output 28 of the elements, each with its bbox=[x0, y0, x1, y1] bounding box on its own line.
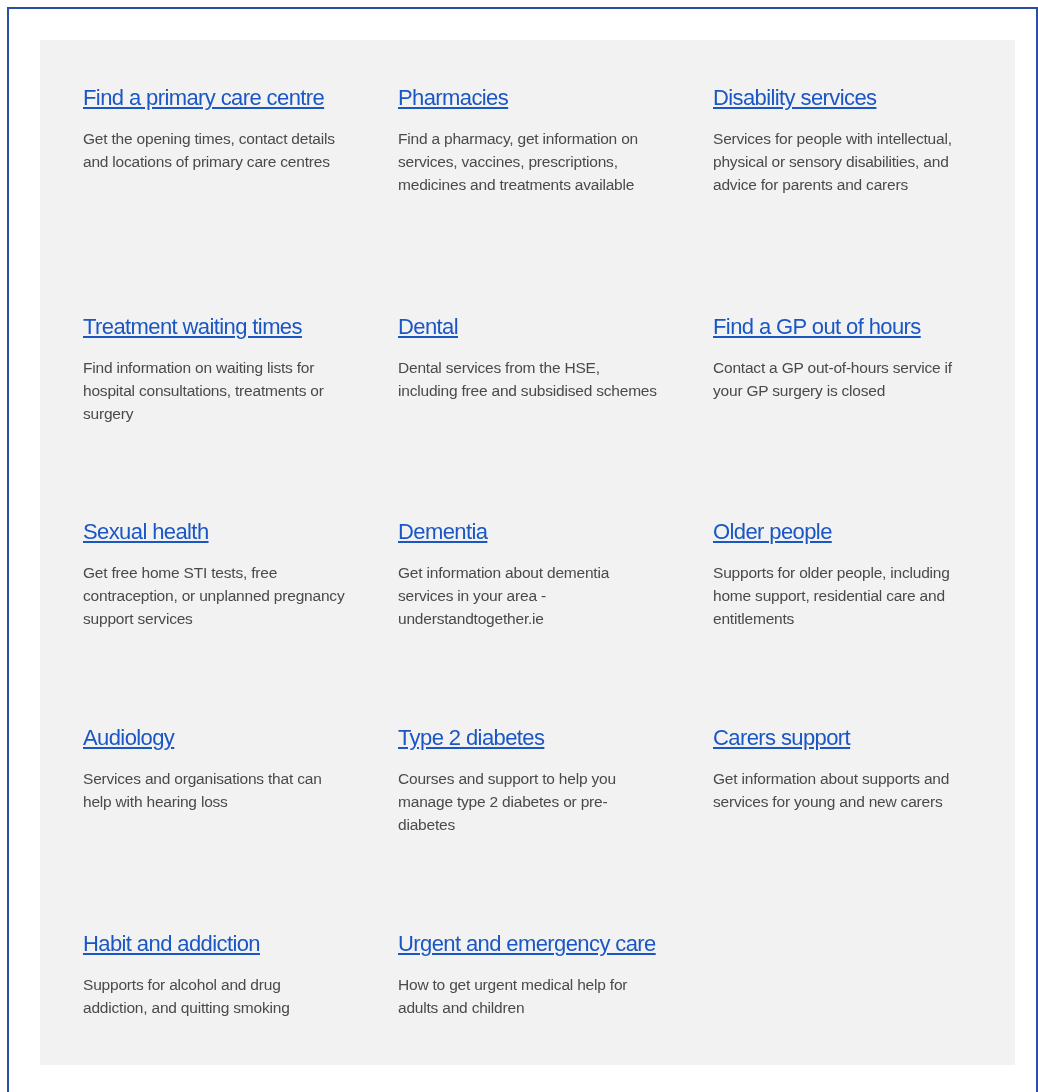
service-link[interactable]: Habit and addiction bbox=[83, 930, 260, 958]
service-link[interactable]: Dementia bbox=[398, 518, 488, 546]
service-link[interactable]: Carers support bbox=[713, 724, 851, 752]
service-link[interactable]: Audiology bbox=[83, 724, 175, 752]
service-link[interactable]: Urgent and emergency care bbox=[398, 930, 656, 958]
service-description: Find information on waiting lists for hospital consultations, treatments or surgery bbox=[83, 358, 325, 424]
service-link[interactable]: Find a GP out of hours bbox=[713, 313, 921, 341]
service-description: Contact a GP out-of-hours service if your GP surgery is closed bbox=[713, 358, 953, 401]
service-description: Get information about supports and services for young and new carers bbox=[713, 769, 951, 812]
service-link[interactable]: Dental bbox=[398, 313, 458, 341]
service-description: Services for people with intellectual, physical or sensory disabilities, and advice for parents and carers bbox=[713, 129, 953, 195]
service-link[interactable]: Type 2 diabetes bbox=[398, 724, 545, 752]
service-link[interactable]: Older people bbox=[713, 518, 832, 546]
service-description: Get the opening times, contact details and locations of primary care centres bbox=[83, 129, 336, 172]
service-link[interactable]: Disability services bbox=[713, 84, 877, 112]
service-description: Find a pharmacy, get information on services, vaccines, prescriptions, medicines and treatments available bbox=[398, 129, 639, 195]
service-description: Dental services from the HSE, including free and subsidised schemes bbox=[398, 358, 658, 401]
service-link[interactable]: Treatment waiting times bbox=[83, 313, 302, 341]
service-description: Get free home STI tests, free contraception, or unplanned pregnancy support services bbox=[83, 563, 345, 629]
service-link[interactable]: Find a primary care centre bbox=[83, 84, 325, 112]
service-description: Supports for alcohol and drug addiction, and quitting smoking bbox=[83, 975, 291, 1018]
service-description: Get information about dementia services in your area - understandtogether.ie bbox=[398, 563, 611, 629]
service-description: Courses and support to help you manage type 2 diabetes or pre-diabetes bbox=[398, 769, 617, 835]
service-link[interactable]: Pharmacies bbox=[398, 84, 509, 112]
service-link[interactable]: Sexual health bbox=[83, 518, 209, 546]
service-description: How to get urgent medical help for adults and children bbox=[398, 975, 629, 1018]
service-description: Services and organisations that can help with hearing loss bbox=[83, 769, 323, 812]
service-description: Supports for older people, including home support, residential care and entitlements bbox=[713, 563, 951, 629]
